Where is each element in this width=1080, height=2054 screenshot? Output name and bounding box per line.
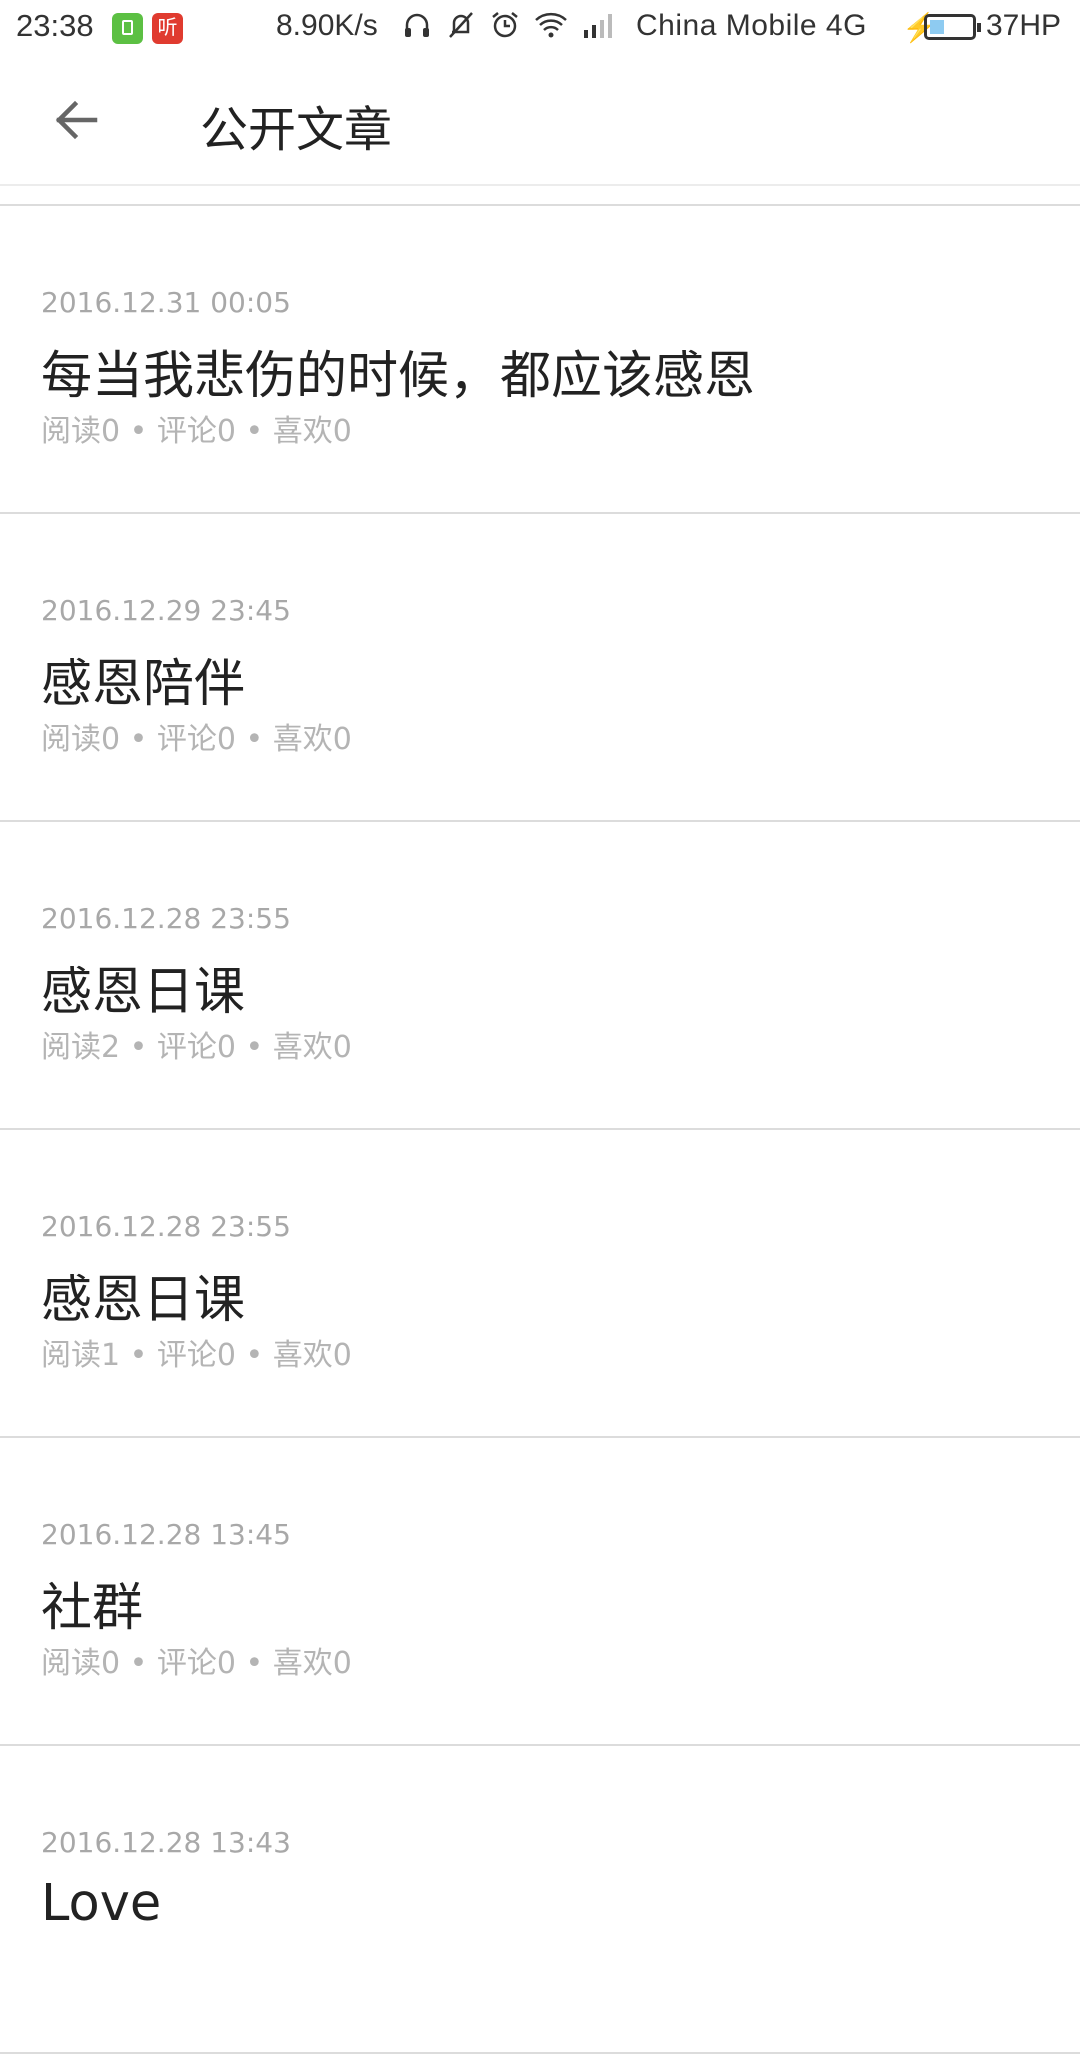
article-stats: 阅读0 • 评论0 • 喜欢0 — [41, 722, 352, 757]
article-date: 2016.12.28 23:55 — [41, 902, 291, 935]
article-date: 2016.12.28 13:45 — [41, 1518, 291, 1551]
article-item[interactable]: 2016.12.28 23:55 感恩日课 阅读1 • 评论0 • 喜欢0 — [0, 1130, 1080, 1438]
article-item[interactable]: 2016.12.29 23:45 感恩陪伴 阅读0 • 评论0 • 喜欢0 — [0, 514, 1080, 822]
article-title: 感恩日课 — [41, 963, 246, 1022]
article-title: 社群 — [41, 1579, 144, 1638]
back-button[interactable] — [40, 86, 112, 154]
article-date: 2016.12.29 23:45 — [41, 594, 291, 627]
article-stats: 阅读1 • 评论0 • 喜欢0 — [41, 1338, 352, 1373]
page-title: 公开文章 — [200, 102, 393, 158]
article-title: Love — [41, 1874, 162, 1933]
article-date: 2016.12.31 00:05 — [41, 286, 291, 319]
app-bar: 公开文章 — [0, 56, 1080, 186]
alarm-icon — [492, 12, 518, 38]
arrow-left-icon — [55, 100, 98, 140]
status-time: 23:38 — [16, 8, 94, 43]
article-date: 2016.12.28 23:55 — [41, 1210, 291, 1243]
article-title: 感恩陪伴 — [41, 655, 246, 714]
article-item[interactable]: 2016.12.28 13:45 社群 阅读0 • 评论0 • 喜欢0 — [0, 1438, 1080, 1746]
battery-icon — [924, 14, 981, 40]
network-speed: 8.90K/s — [276, 9, 378, 42]
article-stats: 阅读0 • 评论0 • 喜欢0 — [41, 1646, 352, 1681]
status-bar: 23:38 听 8.90K/s China Mobile 4G ⚡ 37HP — [0, 0, 1080, 56]
article-item[interactable]: 2016.12.28 13:43 Love — [0, 1746, 1080, 2054]
wifi-icon — [535, 12, 567, 38]
phone-app-icon — [112, 13, 143, 44]
carrier-label: China Mobile 4G — [636, 9, 867, 42]
article-title: 感恩日课 — [41, 1271, 246, 1330]
signal-icon — [584, 14, 612, 38]
headphones-icon — [405, 13, 429, 37]
battery-level: 37HP — [986, 9, 1062, 42]
article-item[interactable]: 2016.12.31 00:05 每当我悲伤的时候，都应该感恩 阅读0 • 评论… — [0, 206, 1080, 514]
article-item[interactable]: 2016.12.28 23:55 感恩日课 阅读2 • 评论0 • 喜欢0 — [0, 822, 1080, 1130]
list-divider — [0, 184, 1080, 206]
article-stats: 阅读2 • 评论0 • 喜欢0 — [41, 1030, 352, 1065]
article-stats: 阅读0 • 评论0 • 喜欢0 — [41, 414, 352, 449]
bell-off-icon — [449, 12, 473, 38]
status-icons — [402, 10, 616, 40]
article-date: 2016.12.28 13:43 — [41, 1826, 291, 1859]
article-title: 每当我悲伤的时候，都应该感恩 — [41, 347, 756, 406]
article-list: 2016.12.31 00:05 每当我悲伤的时候，都应该感恩 阅读0 • 评论… — [0, 184, 1080, 2054]
listen-app-icon: 听 — [152, 13, 183, 44]
